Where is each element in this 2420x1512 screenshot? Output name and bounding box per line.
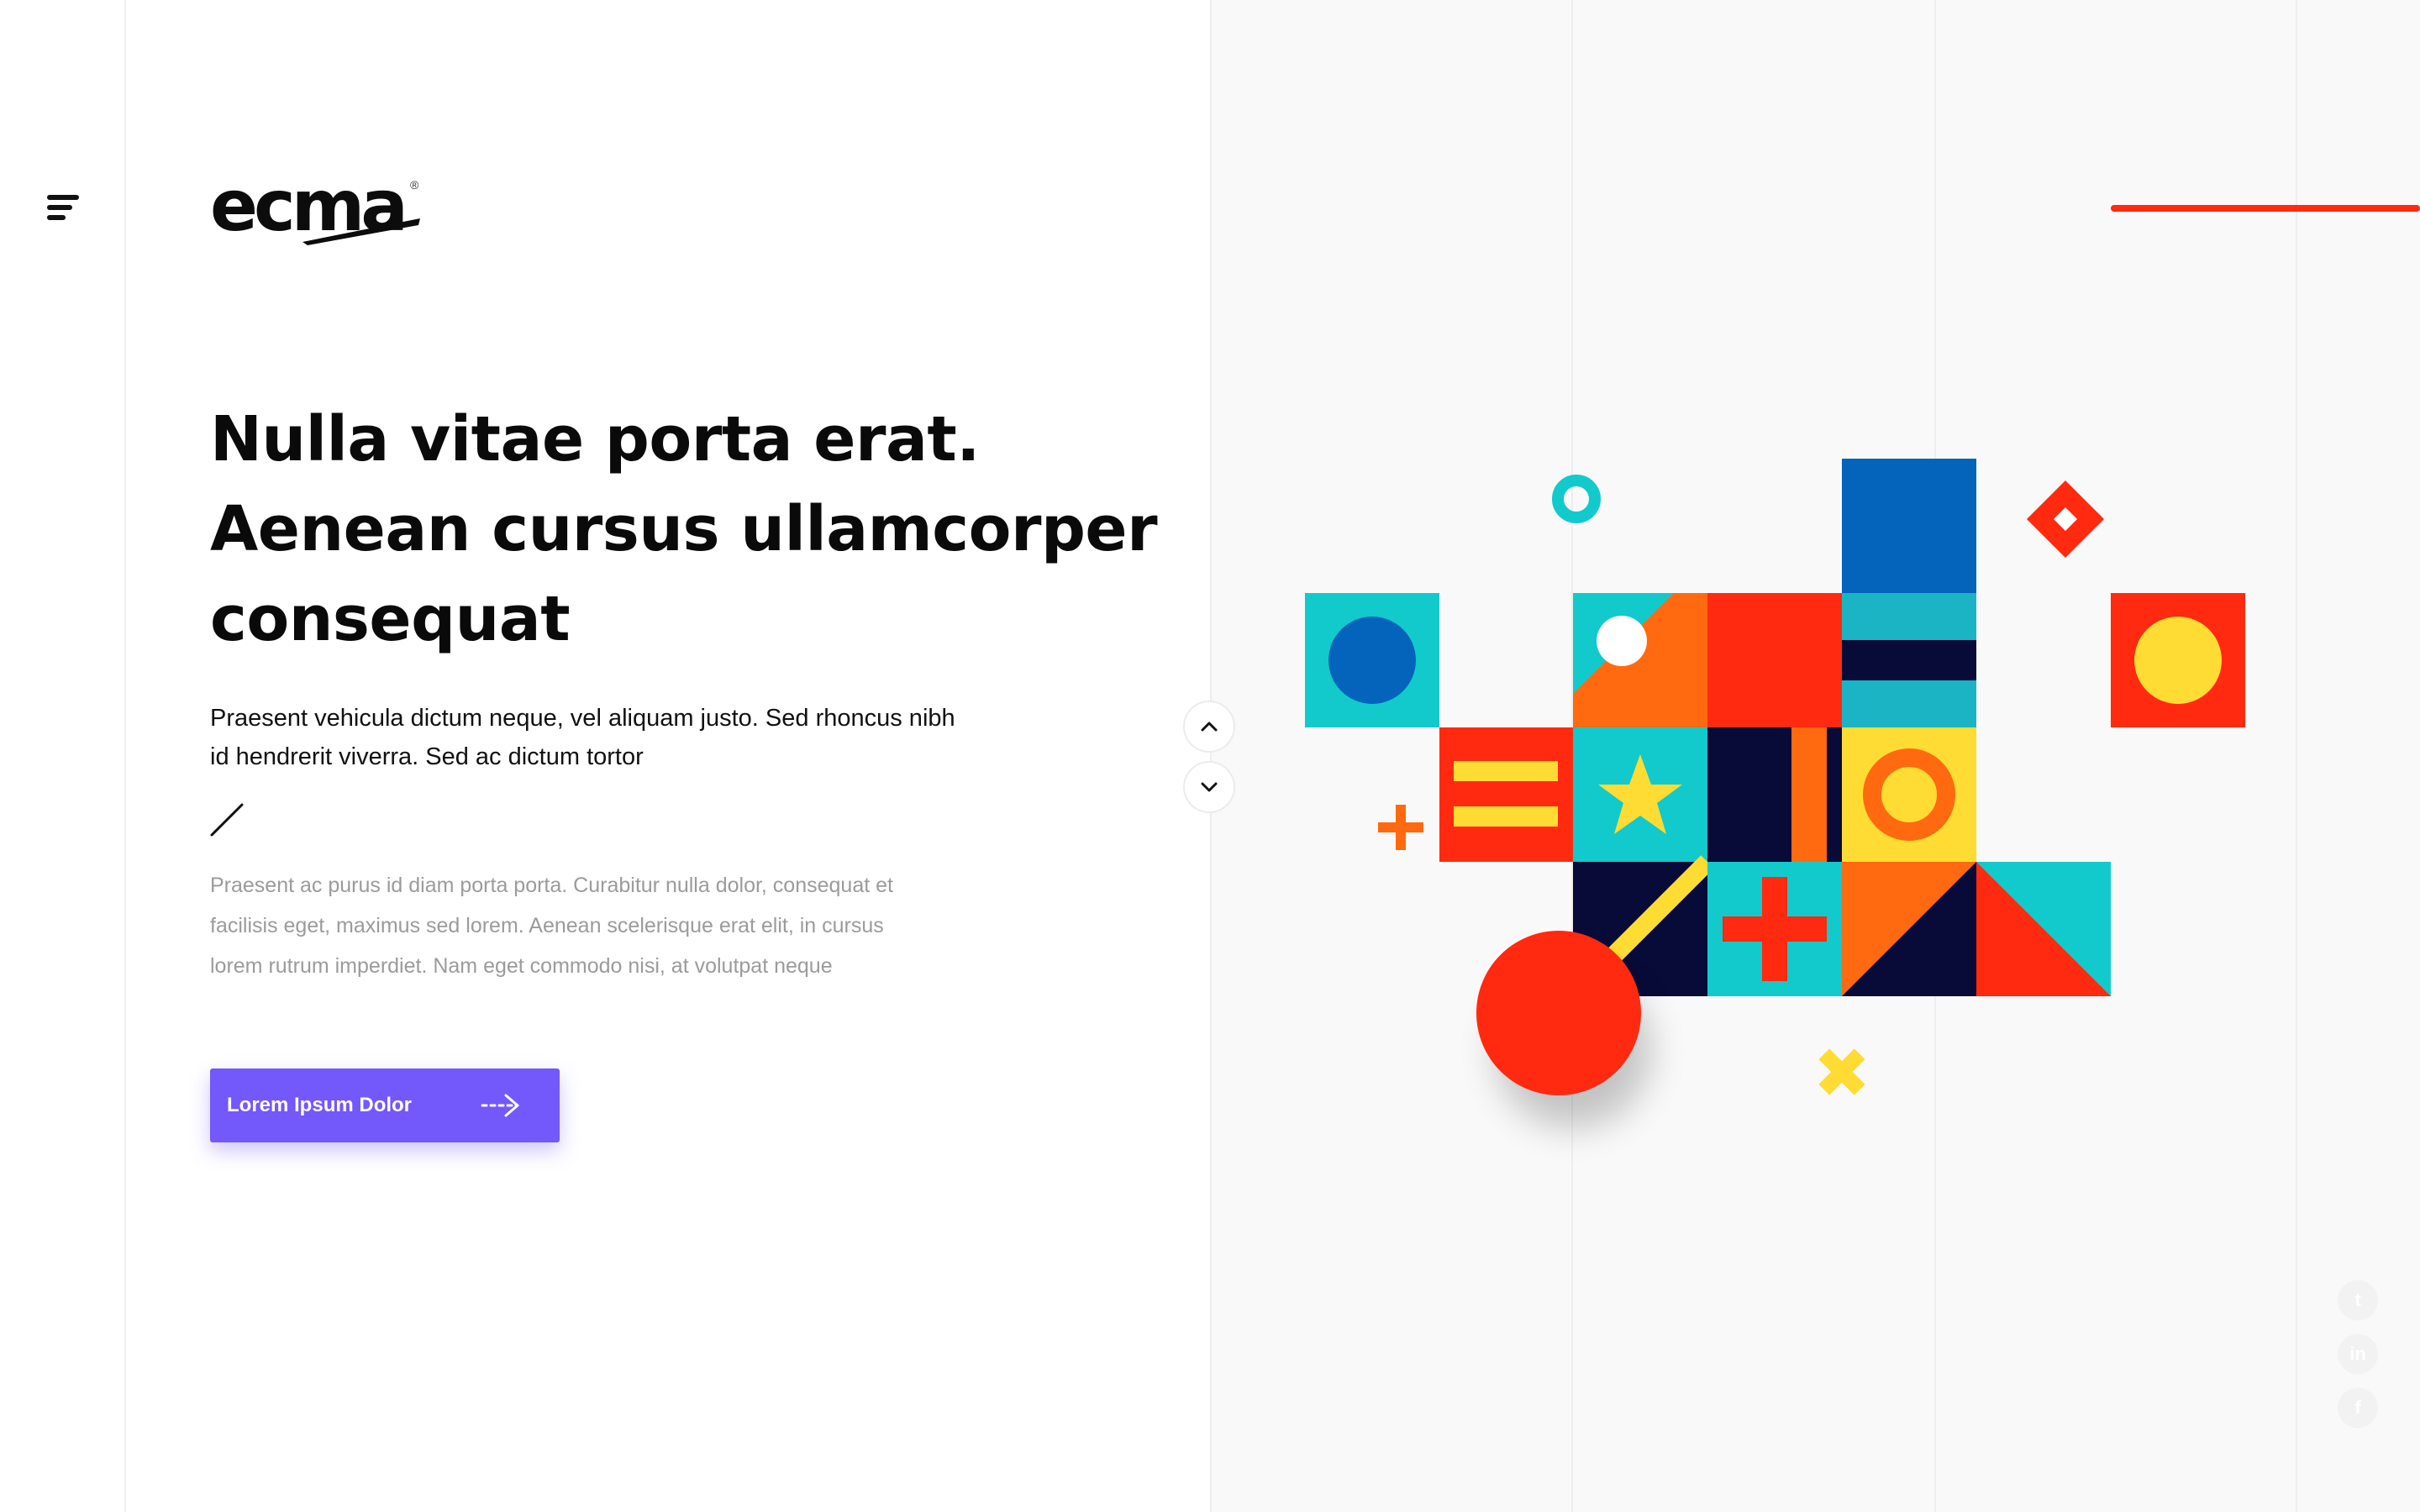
accent-progress-bar	[2111, 205, 2420, 212]
panel-grid-line	[2296, 0, 2297, 1512]
logo-swoosh-icon	[302, 218, 420, 245]
left-rail-divider	[124, 0, 126, 1512]
panel-grid-line	[1934, 0, 1936, 1512]
scroll-down-button[interactable]	[1183, 761, 1235, 813]
facebook-icon[interactable]: f	[2338, 1388, 2378, 1428]
hero-headline: Nulla vitae porta erat. Aenean cursus ul…	[210, 403, 1158, 655]
twitter-icon[interactable]: t	[2338, 1280, 2378, 1320]
panel-grid-line	[1571, 0, 1573, 1512]
panel-grid-line	[1210, 0, 1212, 1512]
brand-logo[interactable]: ecma ®	[210, 168, 429, 245]
hero-body: Praesent ac purus id diam porta porta. C…	[210, 874, 893, 978]
hero-lead: Praesent vehicula dictum neque, vel aliq…	[210, 705, 955, 770]
scroll-up-button[interactable]	[1183, 701, 1235, 753]
logo-registered-mark: ®	[410, 178, 419, 192]
chevron-up-icon	[1201, 722, 1218, 732]
hamburger-menu-icon[interactable]	[44, 192, 86, 225]
chevron-down-icon	[1201, 782, 1218, 792]
slash-divider-icon	[210, 803, 244, 837]
linkedin-icon[interactable]: in	[2338, 1334, 2378, 1374]
illustration-panel	[1210, 0, 2420, 1512]
arrow-right-icon	[481, 1094, 519, 1117]
cta-button[interactable]: Lorem Ipsum Dolor	[210, 1068, 560, 1142]
cta-label: Lorem Ipsum Dolor	[227, 1094, 413, 1116]
